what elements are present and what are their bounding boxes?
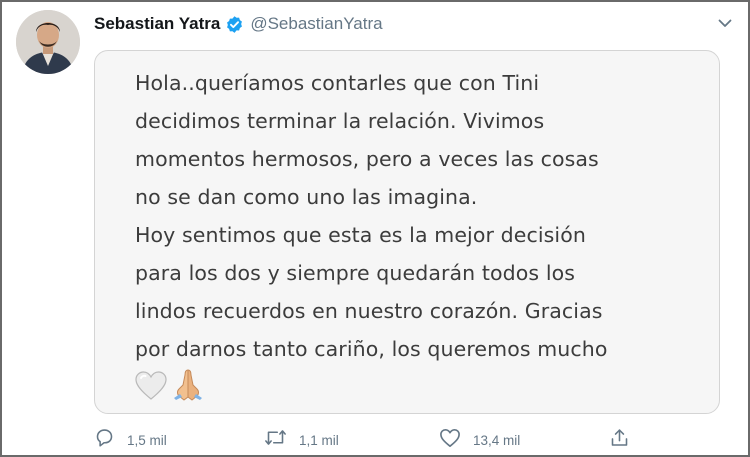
statement-image[interactable]: Hola..queríamos contarles que con Tini d… (94, 50, 720, 414)
statement-line: decidimos terminar la relación. Vivimos (135, 109, 545, 133)
white-heart-icon (135, 371, 167, 406)
avatar-photo (16, 10, 80, 74)
tweet-card: Sebastian Yatra @SebastianYatra Hola..qu… (0, 0, 750, 457)
share-button[interactable] (609, 428, 630, 452)
chevron-down-icon[interactable] (716, 14, 734, 32)
reply-count: 1,5 mil (127, 432, 167, 448)
statement-line: momentos hermosos, pero a veces las cosa… (135, 147, 599, 171)
like-button[interactable]: 13,4 mil (439, 428, 520, 452)
verified-badge-icon (225, 15, 244, 34)
emoji-row (135, 368, 699, 406)
statement-line: por darnos tanto cariño, los queremos mu… (135, 337, 608, 361)
avatar[interactable] (16, 10, 80, 74)
statement-line: Hoy sentimos que esta es la mejor decisi… (135, 223, 586, 247)
reply-button[interactable]: 1,5 mil (94, 428, 167, 452)
retweet-button[interactable]: 1,1 mil (264, 428, 339, 452)
tweet-actions: 1,5 mil 1,1 mil 13,4 mil (94, 428, 734, 452)
retweet-icon (264, 427, 287, 453)
statement-line: no se dan como uno las imagina. (135, 185, 478, 209)
tweet-header: Sebastian Yatra @SebastianYatra (94, 12, 383, 36)
heart-icon (439, 428, 461, 453)
statement-line: lindos recuerdos en nuestro corazón. Gra… (135, 299, 603, 323)
author-handle[interactable]: @SebastianYatra (250, 14, 382, 34)
reply-icon (94, 427, 115, 453)
retweet-count: 1,1 mil (299, 432, 339, 448)
folded-hands-icon (171, 367, 205, 406)
share-icon (609, 427, 630, 454)
like-count: 13,4 mil (473, 432, 521, 448)
statement-line: para los dos y siempre quedarán todos lo… (135, 261, 576, 285)
statement-line: Hola..queríamos contarles que con Tini (135, 71, 540, 95)
author-display-name[interactable]: Sebastian Yatra (94, 14, 220, 34)
